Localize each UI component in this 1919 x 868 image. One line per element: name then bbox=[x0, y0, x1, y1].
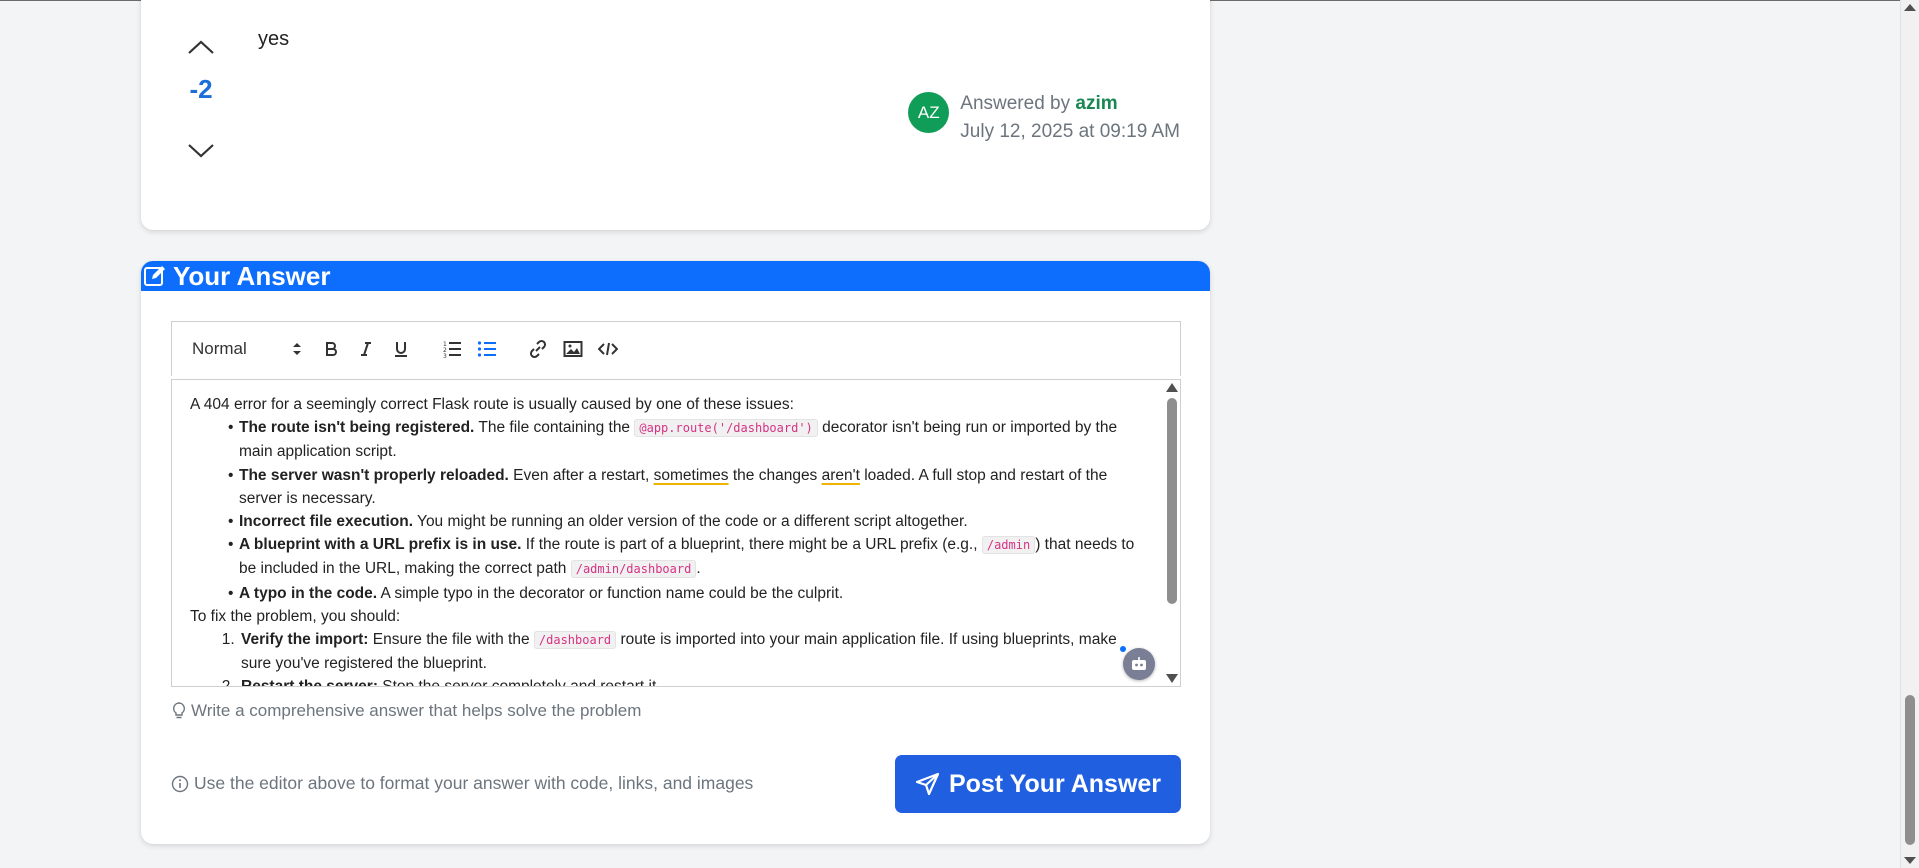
scroll-down-arrow[interactable] bbox=[1166, 674, 1178, 683]
page-scroll-down[interactable] bbox=[1904, 857, 1916, 864]
issues-list: The route isn't being registered. The fi… bbox=[190, 416, 1140, 605]
chevron-down-icon bbox=[188, 144, 214, 158]
scroll-thumb[interactable] bbox=[1167, 398, 1177, 604]
image-icon bbox=[563, 341, 583, 357]
svg-text:3: 3 bbox=[443, 353, 447, 358]
your-answer-card: Your Answer Normal 123 A 404 error for a… bbox=[141, 261, 1210, 844]
page-scrollbar[interactable] bbox=[1900, 0, 1919, 868]
answered-by-label: Answered by bbox=[960, 93, 1071, 114]
bold-icon bbox=[326, 342, 337, 356]
editor-content[interactable]: A 404 error for a seemingly correct Flas… bbox=[190, 393, 1140, 686]
list-item: The route isn't being registered. The fi… bbox=[228, 416, 1140, 463]
editor-scrollbar[interactable] bbox=[1163, 380, 1180, 686]
info-text: Use the editor above to format your answ… bbox=[171, 773, 753, 794]
author-name[interactable]: azim bbox=[1075, 93, 1117, 114]
answer-body: yes bbox=[258, 28, 290, 50]
list-item: Restart the server: Stop the server comp… bbox=[239, 675, 1140, 686]
upvote-button[interactable] bbox=[185, 35, 217, 59]
list-item: A typo in the code. A simple typo in the… bbox=[228, 582, 1140, 605]
post-answer-button[interactable]: Post Your Answer bbox=[895, 755, 1181, 813]
link-button[interactable] bbox=[525, 336, 551, 362]
format-select-value: Normal bbox=[192, 339, 247, 358]
answer-card: -2 yes AZ Answered by azim July 12, 2025… bbox=[141, 0, 1210, 230]
format-select[interactable]: Normal bbox=[192, 339, 302, 359]
info-icon bbox=[171, 775, 189, 792]
link-icon bbox=[529, 339, 547, 359]
answered-by-line: Answered by azim bbox=[960, 90, 1180, 118]
fix-intro: To fix the problem, you should: bbox=[190, 607, 401, 625]
author-info: AZ Answered by azim July 12, 2025 at 09:… bbox=[908, 90, 1180, 146]
underline-button[interactable] bbox=[388, 336, 414, 362]
page-scroll-thumb[interactable] bbox=[1905, 695, 1915, 845]
page-scroll-up[interactable] bbox=[1904, 4, 1916, 11]
robot-icon bbox=[1132, 657, 1146, 670]
ordered-list-button[interactable]: 123 bbox=[439, 336, 465, 362]
chevron-up-icon bbox=[188, 40, 214, 54]
list-item: A blueprint with a URL prefix is in use.… bbox=[228, 533, 1140, 581]
edit-icon bbox=[144, 266, 165, 286]
image-button[interactable] bbox=[560, 336, 586, 362]
italic-button[interactable] bbox=[353, 336, 379, 362]
underline-icon bbox=[395, 342, 407, 357]
code-icon bbox=[598, 342, 618, 356]
answer-editor[interactable]: A 404 error for a seemingly correct Flas… bbox=[171, 379, 1181, 687]
ai-assistant-button[interactable] bbox=[1123, 648, 1155, 680]
ai-indicator-dot bbox=[1120, 646, 1126, 652]
list-item: The server wasn't properly reloaded. Eve… bbox=[228, 464, 1140, 510]
downvote-button[interactable] bbox=[185, 139, 217, 163]
vote-count: -2 bbox=[189, 74, 213, 104]
editor-intro: A 404 error for a seemingly correct Flas… bbox=[190, 396, 794, 413]
lightbulb-icon bbox=[172, 702, 186, 719]
italic-icon bbox=[361, 342, 371, 356]
select-arrows-icon bbox=[293, 343, 301, 355]
code-button[interactable] bbox=[595, 336, 621, 362]
bullet-list-icon bbox=[477, 341, 496, 357]
hint-text: Write a comprehensive answer that helps … bbox=[172, 701, 641, 721]
your-answer-header: Your Answer bbox=[141, 261, 1210, 291]
avatar: AZ bbox=[908, 92, 950, 133]
answer-date: July 12, 2025 at 09:19 AM bbox=[960, 121, 1180, 142]
scroll-up-arrow[interactable] bbox=[1166, 383, 1178, 392]
editor-toolbar: Normal 123 bbox=[171, 321, 1181, 376]
ordered-list-icon: 123 bbox=[443, 341, 461, 358]
bold-button[interactable] bbox=[318, 336, 344, 362]
bullet-list-button[interactable] bbox=[474, 336, 500, 362]
list-item: Incorrect file execution. You might be r… bbox=[228, 510, 1140, 533]
list-item: Verify the import: Ensure the file with … bbox=[239, 628, 1140, 675]
steps-list: Verify the import: Ensure the file with … bbox=[190, 628, 1140, 686]
your-answer-title: Your Answer bbox=[173, 261, 331, 291]
send-icon bbox=[915, 772, 940, 796]
